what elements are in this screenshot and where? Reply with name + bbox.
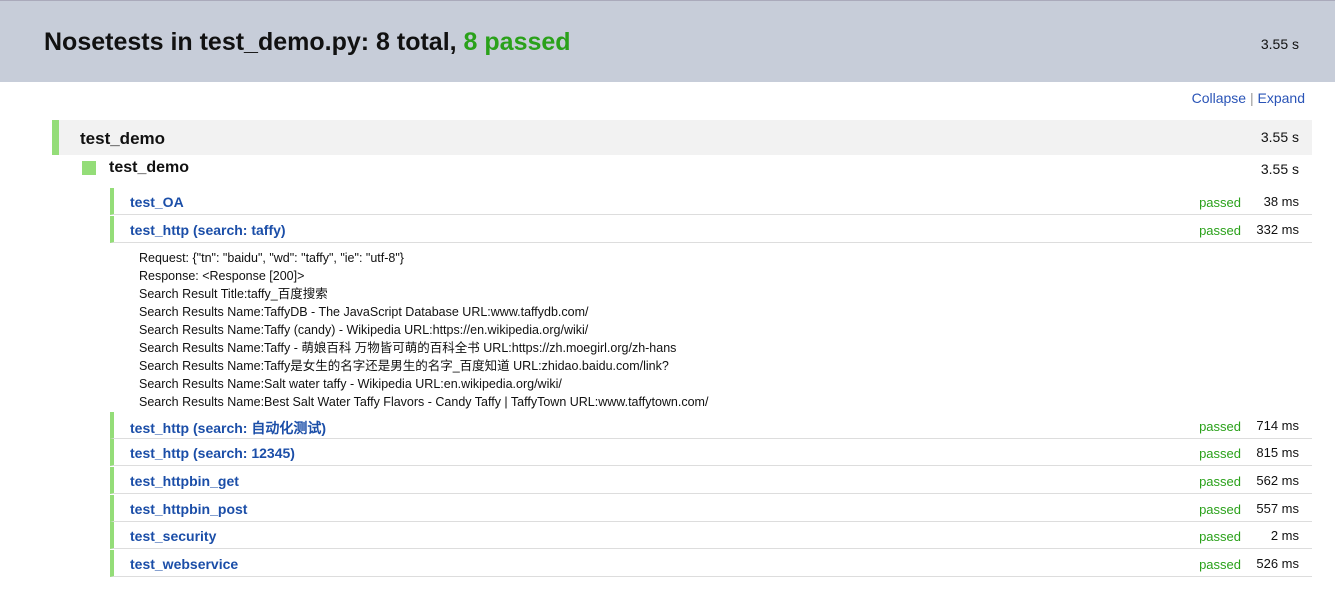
test-row[interactable]: test_http (search: 12345) passed 815 ms bbox=[110, 439, 1312, 466]
test-output: Request: {"tn": "baidu", "wd": "taffy", … bbox=[139, 249, 708, 411]
collapse-link[interactable]: Collapse bbox=[1192, 90, 1246, 106]
test-time: 714 ms bbox=[1256, 418, 1299, 433]
test-row[interactable]: test_webservice passed 526 ms bbox=[110, 550, 1312, 577]
collapse-expand-controls: Collapse | Expand bbox=[1192, 90, 1305, 106]
test-time: 815 ms bbox=[1256, 445, 1299, 460]
output-line: Request: {"tn": "baidu", "wd": "taffy", … bbox=[139, 251, 404, 265]
test-row[interactable]: test_http (search: 自动化测试) passed 714 ms bbox=[110, 412, 1312, 439]
status-square-icon bbox=[82, 161, 96, 175]
test-status: passed bbox=[1199, 195, 1241, 210]
suite-time: 3.55 s bbox=[1260, 129, 1299, 145]
output-line: Search Results Name:Best Salt Water Taff… bbox=[139, 395, 709, 409]
test-row[interactable]: test_http (search: taffy) passed 332 ms bbox=[110, 216, 1312, 243]
test-name[interactable]: test_OA bbox=[130, 194, 184, 210]
output-line: Search Results Name:Taffy - 萌娘百科 万物皆可萌的百… bbox=[139, 341, 677, 355]
test-status: passed bbox=[1199, 223, 1241, 238]
test-name[interactable]: test_webservice bbox=[130, 556, 238, 572]
test-time: 38 ms bbox=[1263, 194, 1299, 209]
output-line: Search Results Name:TaffyDB - The JavaSc… bbox=[139, 305, 589, 319]
test-row[interactable]: test_httpbin_post passed 557 ms bbox=[110, 495, 1312, 522]
output-line: Response: <Response [200]> bbox=[139, 269, 305, 283]
expand-link[interactable]: Expand bbox=[1258, 90, 1305, 106]
test-status: passed bbox=[1199, 419, 1241, 434]
module-row[interactable]: test_demo 3.55 s bbox=[82, 158, 1312, 180]
report-title: Nosetests in test_demo.py: 8 total, 8 pa… bbox=[44, 28, 571, 57]
test-status: passed bbox=[1199, 529, 1241, 544]
test-name[interactable]: test_http (search: taffy) bbox=[130, 222, 286, 238]
module-name: test_demo bbox=[109, 159, 190, 176]
output-line: Search Results Name:Taffy是女生的名字还是男生的名字_百… bbox=[139, 359, 669, 373]
test-status: passed bbox=[1199, 474, 1241, 489]
test-time: 2 ms bbox=[1270, 528, 1299, 543]
suite-row[interactable]: test_demo 3.55 s bbox=[52, 120, 1312, 155]
module-time: 3.55 s bbox=[1260, 161, 1299, 177]
test-status: passed bbox=[1199, 557, 1241, 572]
test-name[interactable]: test_security bbox=[130, 528, 216, 544]
test-time: 332 ms bbox=[1256, 222, 1299, 237]
passed-count: 8 passed bbox=[463, 28, 571, 56]
test-row[interactable]: test_OA passed 38 ms bbox=[110, 188, 1312, 215]
test-status: passed bbox=[1199, 502, 1241, 517]
report-header: Nosetests in test_demo.py: 8 total, 8 pa… bbox=[0, 0, 1335, 82]
test-name[interactable]: test_httpbin_get bbox=[130, 473, 239, 489]
test-name[interactable]: test_http (search: 自动化测试) bbox=[130, 418, 326, 438]
test-name[interactable]: test_http (search: 12345) bbox=[130, 445, 295, 461]
output-line: Search Result Title:taffy_百度搜索 bbox=[139, 287, 328, 301]
output-line: Search Results Name:Taffy (candy) - Wiki… bbox=[139, 323, 589, 337]
output-line: Search Results Name:Salt water taffy - W… bbox=[139, 377, 562, 391]
test-name[interactable]: test_httpbin_post bbox=[130, 501, 247, 517]
separator: | bbox=[1246, 90, 1258, 106]
test-row[interactable]: test_httpbin_get passed 562 ms bbox=[110, 467, 1312, 494]
test-time: 526 ms bbox=[1256, 556, 1299, 571]
test-time: 557 ms bbox=[1256, 501, 1299, 516]
test-status: passed bbox=[1199, 446, 1241, 461]
test-row[interactable]: test_security passed 2 ms bbox=[110, 522, 1312, 549]
test-time: 562 ms bbox=[1256, 473, 1299, 488]
total-time: 3.55 s bbox=[1260, 36, 1299, 52]
suite-name: test_demo bbox=[80, 129, 166, 148]
title-text: Nosetests in test_demo.py: 8 total, bbox=[44, 28, 464, 56]
